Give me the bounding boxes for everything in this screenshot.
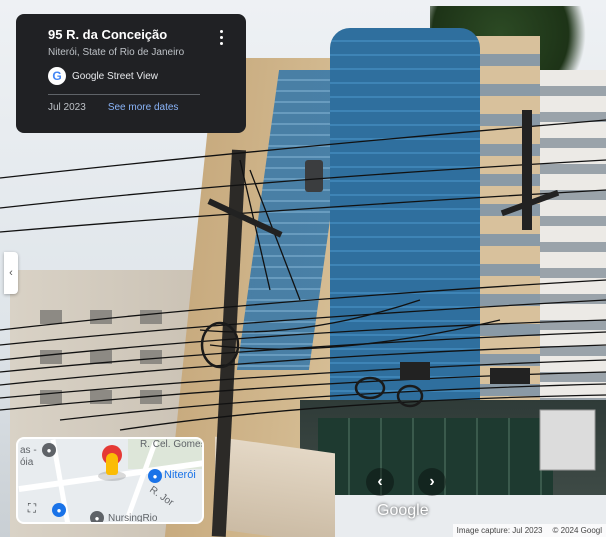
map-street-label-2: R. Jor bbox=[147, 484, 176, 509]
capture-info: Image capture: Jul 2023 bbox=[456, 526, 543, 535]
dates-row: Jul 2023 See more dates bbox=[48, 102, 230, 113]
pegman-icon[interactable] bbox=[106, 453, 118, 475]
shopping-pin-icon[interactable]: ● bbox=[52, 503, 66, 517]
image-footer: Image capture: Jul 2023 © 2024 Googl bbox=[452, 524, 606, 537]
health-pin-icon[interactable]: ● bbox=[90, 511, 104, 522]
map-left-label: óia bbox=[20, 457, 34, 468]
chevron-right-icon[interactable]: › bbox=[418, 468, 446, 496]
panorama-navigation: ‹ › bbox=[366, 466, 446, 498]
minimap[interactable]: R. Cel. Gomes as - óia ● ● Niterói R. Jo… bbox=[16, 437, 204, 524]
divider bbox=[48, 94, 200, 95]
location-card: 95 R. da Conceição Niterói, State of Rio… bbox=[16, 14, 246, 133]
address-title: 95 R. da Conceição bbox=[48, 27, 168, 42]
address-subtitle: Niterói, State of Rio de Janeiro bbox=[48, 47, 185, 58]
side-panel-toggle[interactable]: ‹ bbox=[4, 252, 18, 294]
map-left-label: as - bbox=[20, 445, 37, 456]
chevron-left-icon[interactable]: ‹ bbox=[366, 468, 394, 496]
copyright: © 2024 Googl bbox=[552, 526, 602, 535]
street-view-panorama[interactable]: ‹ 95 R. da Conceição Niterói, State of R… bbox=[0, 0, 606, 537]
capture-date: Jul 2023 bbox=[48, 102, 86, 113]
google-watermark: Google bbox=[377, 502, 429, 519]
map-street-label: R. Cel. Gomes bbox=[140, 439, 204, 450]
google-g-icon: G bbox=[48, 67, 66, 85]
see-more-dates-link[interactable]: See more dates bbox=[108, 102, 179, 113]
chevron-left-icon: ‹ bbox=[9, 267, 13, 279]
service-label: Google Street View bbox=[72, 70, 158, 82]
kebab-icon[interactable] bbox=[220, 30, 224, 45]
service-row: G Google Street View bbox=[48, 67, 230, 85]
map-city-label: Niterói bbox=[164, 469, 196, 481]
location-pin-icon[interactable]: ● bbox=[42, 443, 56, 457]
map-poi-label: NursingRio bbox=[108, 513, 158, 524]
expand-icon[interactable]: ⛶ bbox=[24, 500, 40, 516]
city-pin-icon[interactable]: ● bbox=[148, 469, 162, 483]
